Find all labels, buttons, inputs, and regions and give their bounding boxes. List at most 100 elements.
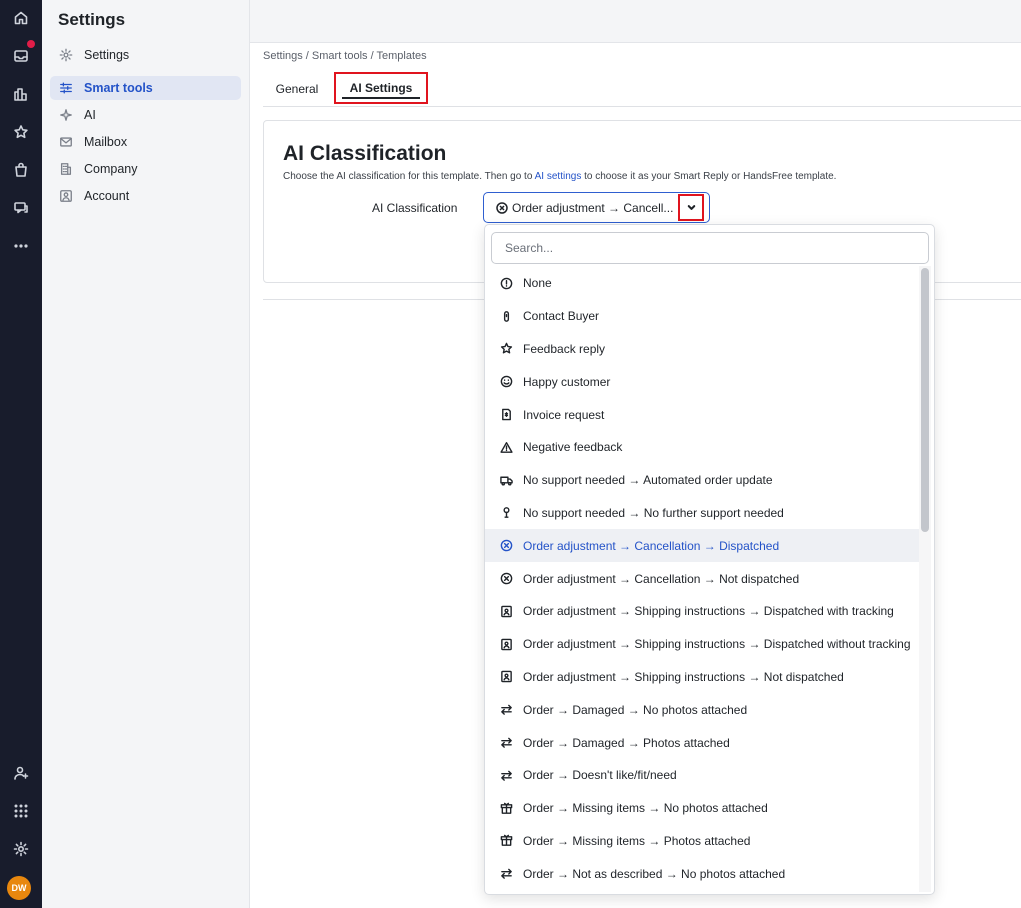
list-item[interactable]: Order → Doesn't like/fit/need — [485, 759, 921, 792]
contact-icon — [499, 309, 513, 323]
inbox-icon[interactable] — [11, 46, 31, 66]
mail-icon — [60, 137, 72, 147]
list-item[interactable]: No support needed → No further support n… — [485, 497, 921, 530]
hand-icon — [499, 506, 513, 520]
list-item[interactable]: Order → Missing items → Photos attached — [485, 825, 921, 858]
gear-icon — [59, 48, 73, 62]
option-label: Contact Buyer — [523, 309, 600, 324]
list-item[interactable]: Negative feedback — [485, 431, 921, 464]
sidebar-item-label: Settings — [84, 48, 130, 62]
cancel-circle-icon — [499, 572, 513, 586]
list-item[interactable]: Invoice request — [485, 398, 921, 431]
list-item[interactable]: No support needed → Automated order upda… — [485, 464, 921, 497]
list-item[interactable]: None — [485, 267, 921, 300]
sidebar-item-settings[interactable]: Settings — [50, 43, 241, 67]
card-title: AI Classification — [283, 142, 447, 165]
option-label: Order adjustment → Shipping instructions… — [523, 604, 894, 619]
option-label: No support needed → Automated order upda… — [523, 473, 773, 488]
tab-general[interactable]: General — [268, 74, 326, 104]
sidebar-item-company[interactable]: Company — [50, 157, 241, 181]
option-label: Order → Doesn't like/fit/need — [523, 768, 677, 783]
dropdown-scrollbar[interactable] — [921, 268, 929, 532]
list-item[interactable]: Order adjustment → Cancellation → Not di… — [485, 562, 921, 595]
list-item[interactable]: Contact Buyer — [485, 300, 921, 333]
top-bar — [250, 0, 1021, 43]
sidebar-title: Settings — [58, 10, 126, 29]
truck-icon — [499, 473, 513, 487]
option-label: Order → Missing items → No photos attach… — [523, 801, 768, 816]
card-description: Choose the AI classification for this te… — [283, 171, 836, 182]
sidebar-item-label: Company — [84, 162, 138, 176]
option-label: Order adjustment → Cancellation → Dispat… — [523, 538, 780, 553]
option-label: Invoice request — [523, 407, 605, 422]
shipping-icon — [499, 637, 513, 651]
building-icon — [60, 163, 72, 175]
ai-classification-select[interactable]: Order adjustment → Cancell... — [483, 192, 710, 223]
card-description-text-end: to choose it as your Smart Reply or Hand… — [581, 171, 837, 182]
list-item[interactable]: Order → Damaged → Photos attached — [485, 726, 921, 759]
list-item-selected[interactable]: Order adjustment → Cancellation → Dispat… — [485, 529, 921, 563]
selected-value: Order adjustment → Cancell... — [512, 200, 674, 215]
breadcrumb: Settings / Smart tools / Templates — [263, 50, 427, 62]
apps-grid-icon[interactable] — [11, 801, 31, 821]
dropdown-toggle-button[interactable] — [678, 194, 704, 221]
add-user-icon[interactable] — [11, 763, 31, 783]
sidebar-item-label: Account — [84, 189, 130, 203]
shipping-icon — [499, 604, 513, 618]
ai-classification-label: AI Classification — [372, 201, 458, 215]
exchange-icon — [499, 703, 513, 717]
avatar[interactable]: DW — [7, 876, 31, 900]
sidebar-item-mailbox[interactable]: Mailbox — [50, 130, 241, 154]
option-label: Order → Not as described → No photos att… — [523, 866, 786, 881]
list-item[interactable]: Order adjustment → Shipping instructions… — [485, 661, 921, 694]
invoice-icon — [499, 408, 513, 422]
option-list: None Contact Buyer Feedback reply Happy … — [485, 267, 921, 890]
list-item[interactable]: Feedback reply — [485, 333, 921, 366]
list-item[interactable]: Order → Not as described → No photos att… — [485, 857, 921, 890]
more-icon[interactable] — [11, 236, 31, 256]
sparkle-icon — [60, 109, 72, 121]
orders-icon[interactable] — [11, 160, 31, 180]
cancel-circle-icon — [496, 201, 508, 214]
list-item[interactable]: Order adjustment → Shipping instructions… — [485, 628, 921, 661]
sidebar-item-label: AI — [84, 108, 96, 122]
option-label: Order adjustment → Shipping instructions… — [523, 669, 844, 684]
analytics-icon[interactable] — [11, 84, 31, 104]
option-label: Order → Damaged → Photos attached — [523, 735, 730, 750]
exchange-icon — [499, 768, 513, 782]
chat-icon[interactable] — [11, 198, 31, 218]
search-input[interactable] — [491, 232, 929, 264]
sidebar-item-smart-tools[interactable]: Smart tools — [50, 76, 241, 100]
account-icon — [60, 190, 72, 202]
home-icon[interactable] — [11, 8, 31, 28]
list-item[interactable]: Order → Missing items → No photos attach… — [485, 792, 921, 825]
warning-icon — [499, 440, 513, 454]
exchange-icon — [499, 736, 513, 750]
sidebar-item-label: Mailbox — [84, 135, 128, 149]
card-description-text: Choose the AI classification for this te… — [283, 171, 535, 182]
tabs-divider — [263, 106, 1021, 107]
list-item[interactable]: Order → Damaged → No photos attached — [485, 693, 921, 726]
settings-sidebar: Settings Settings Smart tools AI Mailbox… — [42, 0, 250, 908]
sidebar-item-label: Smart tools — [84, 81, 153, 95]
option-label: Order adjustment → Shipping instructions… — [523, 637, 911, 652]
star-icon[interactable] — [11, 122, 31, 142]
package-icon — [499, 834, 513, 848]
sliders-icon — [60, 82, 72, 94]
package-icon — [499, 801, 513, 815]
sidebar-item-account[interactable]: Account — [50, 184, 241, 208]
notification-dot — [27, 40, 35, 48]
tab-ai-settings[interactable]: AI Settings — [334, 72, 428, 104]
cancel-circle-icon — [499, 539, 513, 553]
smile-icon — [499, 375, 513, 389]
list-item[interactable]: Happy customer — [485, 365, 921, 398]
option-label: No support needed → No further support n… — [523, 505, 784, 520]
info-icon — [499, 276, 513, 290]
list-item[interactable]: Order adjustment → Shipping instructions… — [485, 595, 921, 628]
ai-settings-link[interactable]: AI settings — [535, 171, 582, 182]
chevron-down-icon — [687, 205, 695, 210]
settings-icon[interactable] — [11, 839, 31, 859]
app-rail: DW — [0, 0, 42, 908]
option-label: Order adjustment → Cancellation → Not di… — [523, 571, 800, 586]
sidebar-item-ai[interactable]: AI — [50, 103, 241, 127]
